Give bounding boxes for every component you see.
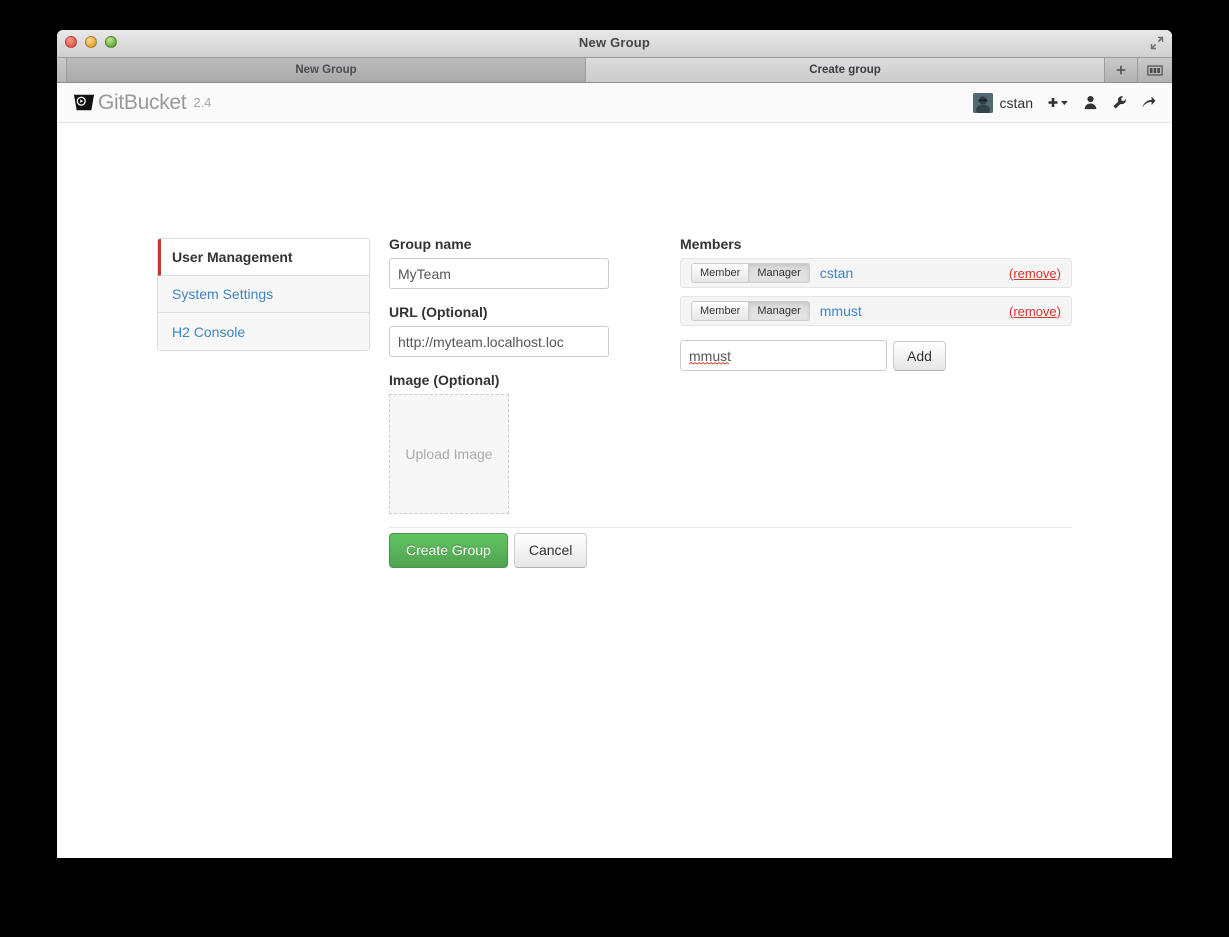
role-manager-button[interactable]: Manager xyxy=(749,263,810,283)
group-form: Group name URL (Optional) Image (Optiona… xyxy=(389,236,629,529)
member-role-toggle: Member Manager xyxy=(691,263,810,283)
add-member-button[interactable]: Add xyxy=(893,340,946,371)
image-field-group: Image (Optional) Upload Image xyxy=(389,372,629,514)
new-tab-button[interactable] xyxy=(1105,58,1138,82)
browser-tabbar: New Group Create group xyxy=(57,58,1172,83)
wrench-icon[interactable] xyxy=(1112,95,1127,110)
add-member-row: Add xyxy=(680,340,1072,371)
tab-overview-icon[interactable] xyxy=(1138,58,1172,82)
add-member-input-wrapper xyxy=(680,340,887,371)
brand-logo-link[interactable]: GitBucket 2.4 xyxy=(73,91,211,115)
form-separator xyxy=(389,527,1072,528)
browser-tab-label: New Group xyxy=(295,64,357,76)
window-titlebar: New Group xyxy=(57,30,1172,58)
browser-tab-label: Create group xyxy=(809,64,881,76)
cancel-button[interactable]: Cancel xyxy=(513,533,588,568)
url-input[interactable] xyxy=(389,326,609,357)
signout-arrow-icon[interactable] xyxy=(1141,95,1156,110)
page-content: User Management System Settings H2 Conso… xyxy=(57,123,1172,858)
sidebar-item-user-management[interactable]: User Management xyxy=(158,239,369,276)
create-group-button[interactable]: Create Group xyxy=(389,533,508,568)
member-role-toggle: Member Manager xyxy=(691,301,810,321)
browser-tab-new-group[interactable]: New Group xyxy=(67,58,586,82)
gitbucket-bucket-logo-icon xyxy=(73,94,95,111)
sidebar-item-label: System Settings xyxy=(172,286,274,302)
fullscreen-expand-icon[interactable] xyxy=(1150,36,1164,50)
member-row: Member Manager cstan (remove) xyxy=(680,258,1072,288)
group-name-field-group: Group name xyxy=(389,236,629,289)
member-row: Member Manager mmust (remove) xyxy=(680,296,1072,326)
member-username-link[interactable]: cstan xyxy=(820,265,853,281)
sidebar-item-label: H2 Console xyxy=(172,323,246,340)
browser-window: New Group New Group Create group GitBuck… xyxy=(57,30,1172,858)
member-username-link[interactable]: mmust xyxy=(820,303,862,319)
brand-name: GitBucket xyxy=(98,90,187,114)
members-panel: Members Member Manager cstan (remove) Me… xyxy=(680,236,1072,371)
header-username[interactable]: cstan xyxy=(1000,95,1033,111)
app-header: GitBucket 2.4 cstan xyxy=(57,83,1172,123)
role-member-button[interactable]: Member xyxy=(691,301,750,321)
upload-image-dropzone[interactable]: Upload Image xyxy=(389,394,509,514)
sidebar-item-system-settings[interactable]: System Settings xyxy=(158,276,369,313)
admin-sidebar: User Management System Settings H2 Conso… xyxy=(157,238,370,351)
avatar[interactable] xyxy=(972,92,993,113)
brand-version: 2.4 xyxy=(193,95,212,110)
url-field-group: URL (Optional) xyxy=(389,304,629,357)
role-manager-button[interactable]: Manager xyxy=(749,301,810,321)
add-member-input[interactable] xyxy=(680,340,887,371)
member-remove-link[interactable]: (remove) xyxy=(1009,266,1061,281)
person-icon[interactable] xyxy=(1083,95,1098,110)
form-actions: Create Group Cancel xyxy=(389,533,588,568)
browser-tab-create-group[interactable]: Create group xyxy=(586,58,1105,82)
members-title: Members xyxy=(680,236,742,252)
sidebar-item-h2-console[interactable]: H2 Console xyxy=(158,313,369,350)
window-title: New Group xyxy=(578,35,651,50)
plus-dropdown-icon[interactable] xyxy=(1047,96,1069,110)
image-label: Image (Optional) xyxy=(389,372,500,388)
tabbar-left-edge xyxy=(57,58,67,82)
sidebar-item-label: User Management xyxy=(172,249,293,265)
url-label: URL (Optional) xyxy=(389,304,488,320)
role-member-button[interactable]: Member xyxy=(691,263,750,283)
group-name-label: Group name xyxy=(389,236,472,252)
member-remove-link[interactable]: (remove) xyxy=(1009,304,1061,319)
group-name-input[interactable] xyxy=(389,258,609,289)
upload-image-label: Upload Image xyxy=(405,446,493,462)
header-actions: cstan xyxy=(972,92,1156,113)
